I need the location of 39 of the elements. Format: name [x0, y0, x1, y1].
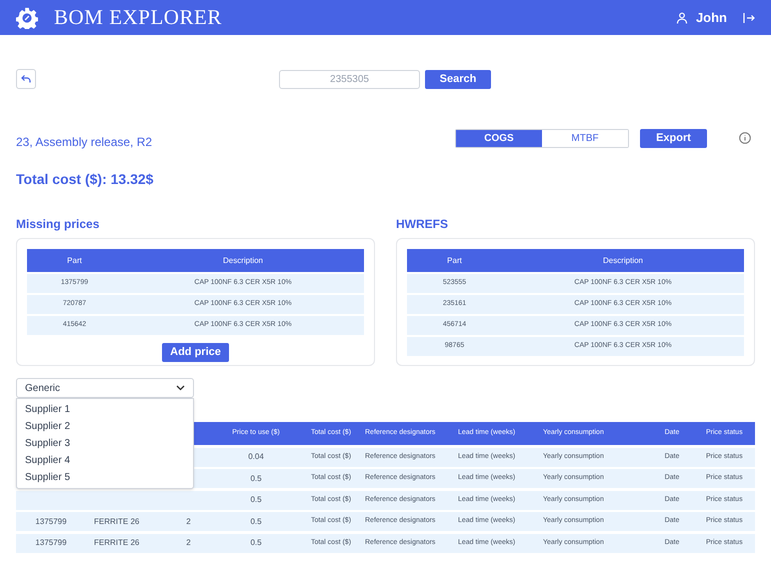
table-cell-text: 1375799 [34, 537, 68, 549]
dropdown-option[interactable]: Supplier 2 [17, 418, 193, 435]
view-tab[interactable]: COGS [456, 130, 542, 146]
supplier-dropdown[interactable]: Generic [16, 378, 194, 398]
section-title: HWREFS [396, 216, 449, 230]
dropdown-option[interactable]: Supplier 4 [17, 452, 193, 469]
user-icon [676, 12, 688, 24]
table-cell-text: FERRITE 26 [93, 516, 140, 528]
table-cell-text: 2 [185, 516, 192, 528]
gear-icon [16, 6, 38, 28]
info-icon[interactable] [739, 132, 751, 144]
table-cell-text: FERRITE 26 [93, 537, 140, 549]
table-cell-text: 0.5 [249, 516, 263, 528]
dropdown-option[interactable]: Supplier 1 [17, 401, 193, 418]
section-title: Missing prices [16, 216, 100, 230]
table-cell-text: 0.5 [249, 494, 263, 506]
back-button[interactable] [16, 69, 36, 89]
assembly-subtitle: 23, Assembly release, R2 [16, 134, 152, 151]
total-cost: Total cost ($): 13.32$ [16, 170, 154, 189]
search-field[interactable]: 2355305 [279, 70, 420, 88]
add-price-button[interactable]: Add price [162, 343, 229, 362]
chevron-icon [176, 385, 185, 391]
table-cell-text: 1375799 [34, 516, 68, 528]
column-header: Part [66, 254, 83, 266]
logout-icon[interactable] [743, 12, 755, 24]
table-cell-text: 0.5 [249, 472, 263, 484]
column-header: Description [222, 254, 264, 266]
table-cell-text: 2 [185, 537, 192, 549]
user-name[interactable]: John [696, 8, 727, 28]
export-button[interactable]: Export [640, 128, 707, 148]
app-title: BOM EXPLORER [54, 4, 222, 31]
back-arrow-icon [21, 75, 31, 83]
table-cell-text: 0.5 [249, 537, 263, 549]
search-button[interactable]: Search [425, 70, 491, 88]
table-cell-text: 0.04 [247, 451, 265, 463]
dropdown-option[interactable]: Supplier 3 [17, 435, 193, 452]
column-header: Description [602, 254, 644, 266]
column-header: Part [446, 254, 463, 266]
dropdown-option[interactable]: Supplier 5 [17, 469, 193, 486]
